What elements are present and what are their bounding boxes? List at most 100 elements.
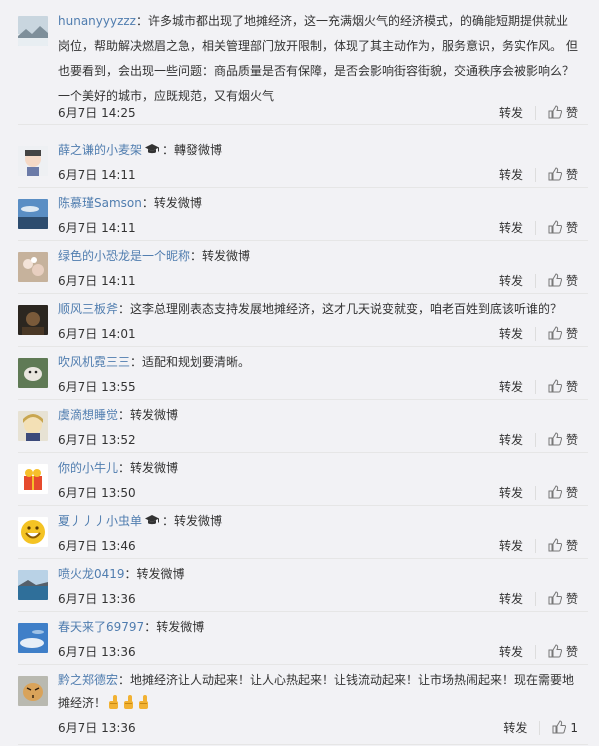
comment-body: ：转发微博 [144,620,205,634]
avatar[interactable] [18,252,48,282]
comment-actions: 转发 赞 [483,272,578,289]
comment-item: 顺风三板斧：这李总理刚表态支持发展地摊经济，这才几天说变就变，咱老百姓到底该听谁… [10,294,588,347]
username-link[interactable]: hunanyyyzzz [58,14,136,28]
comment-text: 绿色的小恐龙是一个昵称：转发微博 [58,245,578,268]
repost-button[interactable]: 转发 [499,219,523,236]
avatar[interactable] [18,570,48,600]
comment-actions: 转发 赞 [483,431,578,448]
like-icon [548,105,562,119]
like-button[interactable]: 1 [552,720,578,735]
repost-button[interactable]: 转发 [499,431,523,448]
username-link[interactable]: 绿色的小恐龙是一个昵称 [58,249,190,263]
username-link[interactable]: 黔之郑德宏 [58,673,118,687]
repost-button[interactable]: 转发 [499,272,523,289]
avatar[interactable] [18,676,48,706]
action-divider [534,539,536,553]
action-divider [534,327,536,341]
like-button[interactable]: 赞 [548,590,578,607]
comment-body: ：这李总理刚表态支持发展地摊经济，这才几天说变就变，咱老百姓到底该听谁的？ [118,302,563,316]
repost-button[interactable]: 转发 [499,590,523,607]
username-link[interactable]: 陈慕瑾Samson [58,196,142,210]
comment-actions: 转发 赞 [483,643,578,660]
like-icon [548,273,562,287]
username-link[interactable]: 虞滴想睡觉 [58,408,118,422]
comment-body: ：转发微博 [141,196,202,210]
comment-actions: 转发 赞 [483,537,578,554]
like-button[interactable]: 赞 [548,325,578,342]
verified-badge [142,143,162,157]
comment-body: ：转发微博 [124,567,185,581]
like-label: 赞 [565,592,578,606]
comment-actions: 转发 赞 [483,104,578,121]
avatar[interactable] [18,305,48,335]
like-button[interactable]: 赞 [548,431,578,448]
comment-text: hunanyyyzzz：许多城市都出现了地摊经济，这一充满烟火气的经济模式，的确… [58,9,578,109]
like-button[interactable]: 赞 [548,378,578,395]
username-link[interactable]: 薛之谦的小麦架 [58,143,142,157]
avatar[interactable] [18,623,48,653]
repost-button[interactable]: 转发 [499,325,523,342]
like-icon [548,167,562,181]
repost-button[interactable]: 转发 [499,537,523,554]
comment-time: 6月7日 13:52 [58,433,136,447]
avatar[interactable] [18,146,48,176]
repost-button[interactable]: 转发 [499,378,523,395]
like-label: 赞 [565,486,578,500]
like-button[interactable]: 赞 [548,166,578,183]
repost-button[interactable]: 转发 [503,719,527,736]
like-button[interactable]: 赞 [548,643,578,660]
emoji-group [106,695,151,710]
avatar[interactable] [18,16,48,46]
username-link[interactable]: 喷火龙0419 [58,567,125,581]
avatar[interactable] [18,358,48,388]
comment-time: 6月7日 13:46 [58,539,136,553]
thumbs-up-emoji-icon [109,695,119,709]
comment-item: 虞滴想睡觉：转发微博 6月7日 13:52 转发 赞 [10,400,588,453]
like-label: 赞 [565,380,578,394]
comment-item: hunanyyyzzz：许多城市都出现了地摊经济，这一充满烟火气的经济模式，的确… [10,0,588,125]
comment-item: 黔之郑德宏：地摊经济让人动起来！让人心热起来！让钱流动起来！让市场热闹起来！现在… [10,665,588,745]
avatar[interactable] [18,464,48,494]
repost-button[interactable]: 转发 [499,166,523,183]
username-link[interactable]: 春天来了69797 [58,620,144,634]
like-button[interactable]: 赞 [548,484,578,501]
like-button[interactable]: 赞 [548,272,578,289]
avatar[interactable] [18,517,48,547]
comment-text: 黔之郑德宏：地摊经济让人动起来！让人心热起来！让钱流动起来！让市场热闹起来！现在… [58,669,578,715]
like-icon [548,591,562,605]
like-button[interactable]: 赞 [548,104,578,121]
like-button[interactable]: 赞 [548,219,578,236]
comment-list: hunanyyyzzz：许多城市都出现了地摊经济，这一充满烟火气的经济模式，的确… [0,0,599,746]
username-link[interactable]: 顺风三板斧 [58,302,118,316]
comment-time: 6月7日 14:11 [58,221,136,235]
thumbs-up-emoji-icon [139,695,149,709]
action-divider [534,274,536,288]
action-divider [534,221,536,235]
repost-button[interactable]: 转发 [499,104,523,121]
comment-time: 6月7日 14:25 [58,106,136,120]
username-link[interactable]: 吹风机霓三三 [58,355,130,369]
action-divider [539,721,541,735]
repost-button[interactable]: 转发 [499,484,523,501]
like-label: 赞 [565,168,578,182]
like-button[interactable]: 赞 [548,537,578,554]
action-divider [534,168,536,182]
comment-body: ：许多城市都出现了地摊经济，这一充满烟火气的经济模式，的确能短期提供就业岗位，帮… [58,14,578,103]
repost-button[interactable]: 转发 [499,643,523,660]
comment-text: 吹风机霓三三：适配和规划要清晰。 [58,351,578,374]
comment-body: ：转发微博 [190,249,251,263]
avatar[interactable] [18,199,48,229]
comment-body: ：转发微博 [118,461,179,475]
comment-actions: 转发 1 [487,719,578,736]
graduation-cap-icon [145,515,160,525]
comment-time: 6月7日 14:11 [58,274,136,288]
like-label: 赞 [565,106,578,120]
username-link[interactable]: 你的小牛儿 [58,461,118,475]
comment-actions: 转发 赞 [483,219,578,236]
avatar[interactable] [18,411,48,441]
username-link[interactable]: 夏丿丿丿小虫单 [58,514,142,528]
verified-badge [142,514,162,528]
like-icon [552,720,567,734]
like-count: 1 [570,721,578,735]
like-label: 赞 [565,433,578,447]
